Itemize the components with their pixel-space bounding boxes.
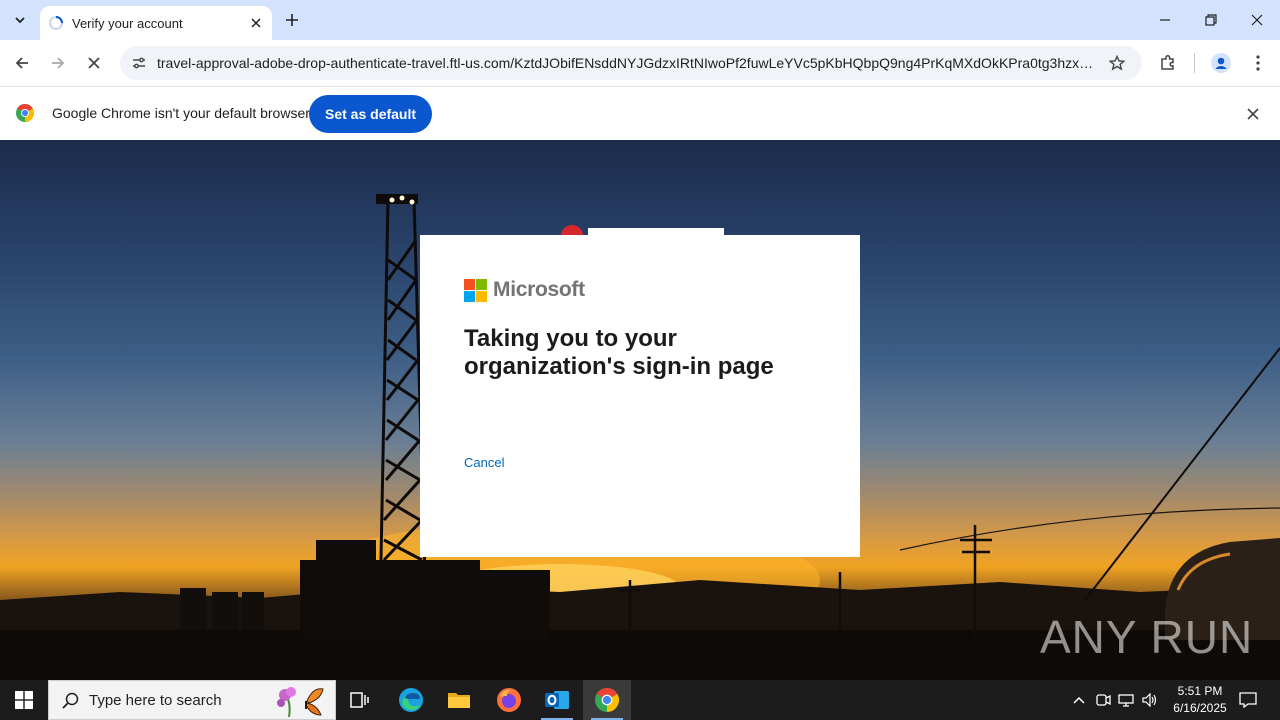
infobar-close-button[interactable]	[1242, 103, 1264, 125]
butterfly-flower-icon	[277, 687, 324, 718]
firefox-taskbar-button[interactable]	[485, 680, 533, 720]
outlook-taskbar-button[interactable]	[533, 680, 581, 720]
loading-spinner-icon	[49, 16, 63, 30]
volume-tray-button[interactable]	[1139, 680, 1161, 720]
restore-button[interactable]	[1188, 0, 1234, 40]
chevron-down-icon	[15, 17, 25, 24]
notification-center-button[interactable]	[1230, 680, 1266, 720]
chrome-taskbar-button[interactable]	[583, 680, 631, 720]
cancel-link[interactable]: Cancel	[464, 455, 504, 470]
chrome-logo-icon	[16, 104, 34, 122]
tab-strip: Verify your account	[0, 0, 1280, 40]
close-icon	[88, 57, 100, 69]
close-icon	[1251, 14, 1263, 26]
avatar-icon	[1211, 53, 1231, 73]
sign-in-card: Microsoft Taking you to your organizatio…	[420, 235, 860, 557]
page-title: Taking you to your organization's sign-i…	[464, 325, 774, 380]
stop-loading-button[interactable]	[80, 49, 108, 77]
profile-button[interactable]	[1207, 49, 1235, 77]
firefox-icon	[497, 688, 521, 712]
edge-taskbar-button[interactable]	[387, 680, 435, 720]
browser-toolbar: travel-approval-adobe-drop-authenticate-…	[0, 40, 1280, 86]
chrome-icon	[595, 688, 619, 712]
taskbar-clock[interactable]: 5:51 PM 6/16/2025	[1160, 683, 1240, 717]
network-tray-button[interactable]	[1115, 680, 1137, 720]
star-icon	[1109, 55, 1125, 71]
search-icon	[62, 692, 79, 709]
clock-time: 5:51 PM	[1177, 684, 1223, 698]
restore-icon	[1205, 14, 1217, 26]
toolbar-separator	[1194, 53, 1195, 73]
camera-icon	[1096, 694, 1111, 706]
puzzle-icon	[1161, 54, 1174, 70]
set-as-default-button[interactable]: Set as default	[309, 95, 433, 133]
meet-now-tray-button[interactable]	[1092, 680, 1114, 720]
watermark: ANY RUN	[1040, 610, 1253, 664]
notification-icon	[1239, 692, 1257, 708]
network-icon	[1118, 694, 1134, 707]
menu-button[interactable]	[1244, 49, 1272, 77]
microsoft-logo-icon	[464, 278, 487, 302]
close-icon	[251, 18, 261, 28]
forward-button[interactable]	[44, 49, 72, 77]
close-window-button[interactable]	[1234, 0, 1280, 40]
back-button[interactable]	[8, 49, 36, 77]
arrow-right-icon	[52, 57, 65, 69]
tab-search-button[interactable]	[6, 6, 34, 34]
url-text[interactable]: travel-approval-adobe-drop-authenticate-…	[157, 55, 1097, 71]
minimize-button[interactable]	[1142, 0, 1188, 40]
outlook-icon	[545, 691, 569, 709]
watermark-text: ANY RUN	[1040, 611, 1254, 663]
extensions-button[interactable]	[1154, 49, 1182, 77]
minimize-icon	[1160, 19, 1170, 21]
site-info-button[interactable]	[126, 50, 152, 76]
plus-icon	[286, 14, 298, 26]
tab-active[interactable]: Verify your account	[40, 6, 272, 40]
tab-title: Verify your account	[72, 15, 183, 31]
file-explorer-taskbar-button[interactable]	[435, 680, 483, 720]
page-content: ANY RUN Microsoft Taking you to your org…	[0, 140, 1280, 680]
windows-taskbar: Type here to search 5:51 PM 6/16/2025	[0, 680, 1280, 720]
tune-icon	[133, 57, 145, 69]
task-view-icon	[350, 692, 369, 708]
microsoft-logo: Microsoft	[464, 278, 585, 302]
clock-date: 6/16/2025	[1173, 701, 1227, 715]
brand-name: Microsoft	[493, 278, 585, 301]
start-button[interactable]	[0, 680, 48, 720]
tab-close-button[interactable]	[246, 13, 266, 33]
search-placeholder: Type here to search	[89, 692, 222, 709]
taskbar-search-box[interactable]: Type here to search	[48, 680, 336, 720]
edge-icon	[399, 688, 423, 712]
more-vertical-icon	[1256, 55, 1260, 71]
new-tab-button[interactable]	[280, 8, 304, 32]
arrow-left-icon	[15, 57, 28, 69]
show-hidden-icons-button[interactable]	[1068, 680, 1090, 720]
volume-icon	[1142, 693, 1157, 707]
close-icon	[1247, 108, 1259, 120]
file-explorer-icon	[448, 693, 470, 708]
chevron-up-icon	[1073, 696, 1085, 704]
windows-logo-icon	[15, 691, 33, 709]
task-view-button[interactable]	[336, 680, 384, 720]
default-browser-infobar: Google Chrome isn't your default browser…	[0, 86, 1280, 140]
infobar-message: Google Chrome isn't your default browser	[52, 105, 310, 121]
address-bar[interactable]: travel-approval-adobe-drop-authenticate-…	[120, 46, 1142, 80]
bookmark-button[interactable]	[1104, 50, 1130, 76]
